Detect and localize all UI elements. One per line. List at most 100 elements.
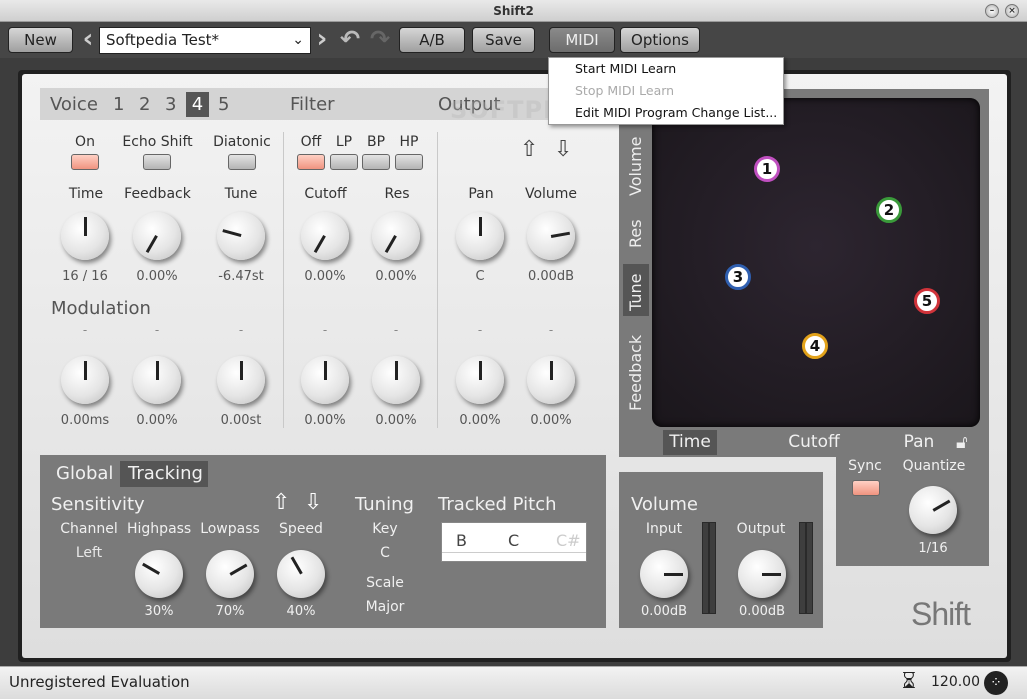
midi-menu: Start MIDI Learn Stop MIDI Learn Edit MI…	[548, 57, 784, 125]
download-icon[interactable]: ⇩	[304, 490, 322, 515]
cutoff-mod-knob[interactable]	[301, 356, 349, 404]
close-button[interactable]: ×	[1005, 4, 1019, 18]
next-preset-icon[interactable]: ›	[314, 26, 330, 53]
filter-lp-label: LP	[335, 134, 353, 150]
lowpass-label: Lowpass	[200, 521, 260, 537]
prev-preset-icon[interactable]: ‹	[80, 26, 96, 53]
midi-connector-icon[interactable]: ⁘	[984, 671, 1008, 695]
pan-knob[interactable]	[456, 212, 504, 260]
ytab-feedback[interactable]: Feedback	[626, 335, 645, 411]
download-icon[interactable]: ⇩	[554, 137, 572, 162]
mod-dash: -	[393, 323, 399, 337]
filter-bp-label: BP	[366, 134, 386, 150]
ytab-volume[interactable]: Volume	[626, 136, 645, 196]
echo-shift-switch[interactable]	[143, 154, 171, 170]
voice-tab-2[interactable]: 2	[139, 94, 150, 115]
input-label: Input	[645, 521, 683, 537]
voice-tab-1[interactable]: 1	[113, 94, 124, 115]
filter-lp-switch[interactable]	[330, 154, 358, 170]
cutoff-mod-value: 0.00%	[304, 413, 346, 428]
tracking-tab[interactable]: Tracking	[128, 463, 203, 484]
undo-icon[interactable]: ↶	[338, 27, 362, 53]
scale-value[interactable]: Major	[360, 599, 410, 615]
menu-edit-program-change[interactable]: Edit MIDI Program Change List...	[549, 102, 783, 124]
feedback-knob[interactable]	[133, 212, 181, 260]
redo-icon[interactable]: ↷	[368, 27, 392, 53]
output-knob[interactable]	[738, 550, 786, 598]
volume-knob[interactable]	[527, 212, 575, 260]
time-knob[interactable]	[61, 212, 109, 260]
volume-mod-knob[interactable]	[527, 356, 575, 404]
divider	[283, 132, 284, 428]
res-mod-knob[interactable]	[372, 356, 420, 404]
xy-node-2[interactable]: 2	[876, 197, 902, 223]
global-tab[interactable]: Global	[56, 463, 113, 484]
voice-tab-4[interactable]: 4	[186, 92, 209, 117]
xy-node-3[interactable]: 3	[725, 264, 751, 290]
speed-knob[interactable]	[277, 550, 325, 598]
chevron-down-icon: ⌄	[292, 32, 304, 48]
pitch-baseline	[442, 552, 586, 553]
on-switch[interactable]	[71, 154, 99, 170]
output-value: 0.00dB	[738, 604, 786, 619]
upload-icon[interactable]: ⇧	[520, 137, 538, 162]
filter-off-label: Off	[300, 134, 322, 150]
tune-label: Tune	[224, 186, 258, 202]
res-knob[interactable]	[372, 212, 420, 260]
xtab-cutoff[interactable]: Cutoff	[780, 432, 848, 452]
sensitivity-header: Sensitivity	[51, 494, 145, 515]
output-meter	[799, 522, 813, 614]
filter-hp-switch[interactable]	[395, 154, 423, 170]
lowpass-value: 70%	[215, 604, 245, 619]
speed-value: 40%	[286, 604, 316, 619]
lowpass-knob[interactable]	[206, 550, 254, 598]
metronome-icon[interactable]: ⏳︎	[902, 669, 916, 694]
res-label: Res	[384, 186, 410, 202]
midi-button[interactable]: MIDI	[549, 27, 615, 53]
time-mod-knob[interactable]	[61, 356, 109, 404]
filter-header: Filter	[290, 94, 335, 115]
menu-stop-midi-learn: Stop MIDI Learn	[575, 83, 675, 98]
preset-select[interactable]: Softpedia Test* ⌄	[99, 27, 311, 54]
channel-value[interactable]: Left	[56, 545, 122, 561]
options-button[interactable]: Options	[620, 27, 700, 53]
minimize-button[interactable]: –	[985, 4, 999, 18]
filter-off-switch[interactable]	[297, 154, 325, 170]
xy-node-1[interactable]: 1	[754, 156, 780, 182]
upload-icon[interactable]: ⇧	[272, 490, 290, 515]
cutoff-knob[interactable]	[301, 212, 349, 260]
pan-mod-knob[interactable]	[456, 356, 504, 404]
key-value[interactable]: C	[360, 545, 410, 561]
ytab-tune[interactable]: Tune	[626, 274, 645, 311]
input-knob[interactable]	[640, 550, 688, 598]
ytab-res[interactable]: Res	[626, 219, 645, 248]
save-button[interactable]: Save	[472, 27, 535, 53]
quantize-knob[interactable]	[909, 486, 957, 534]
modulation-header: Modulation	[51, 298, 151, 319]
sync-switch[interactable]	[852, 480, 880, 496]
tune-mod-knob[interactable]	[217, 356, 265, 404]
feedback-mod-value: 0.00%	[136, 413, 178, 428]
unlock-icon[interactable]: 🔓︎	[956, 432, 968, 453]
diatonic-switch[interactable]	[228, 154, 256, 170]
xy-node-5[interactable]: 5	[914, 288, 940, 314]
voice-tab-3[interactable]: 3	[165, 94, 176, 115]
feedback-mod-knob[interactable]	[133, 356, 181, 404]
xtab-pan[interactable]: Pan	[897, 432, 941, 452]
filter-bp-switch[interactable]	[362, 154, 390, 170]
ab-button[interactable]: A/B	[399, 27, 465, 53]
mod-dash: -	[548, 323, 554, 337]
cutoff-value: 0.00%	[304, 269, 346, 284]
feedback-value: 0.00%	[136, 269, 178, 284]
xy-pad[interactable]	[652, 98, 980, 427]
new-button[interactable]: New	[8, 27, 73, 53]
highpass-knob[interactable]	[135, 550, 183, 598]
xy-node-4[interactable]: 4	[802, 333, 828, 359]
voice-tab-5[interactable]: 5	[218, 94, 229, 115]
tune-knob[interactable]	[217, 212, 265, 260]
menu-start-midi-learn[interactable]: Start MIDI Learn	[549, 58, 783, 80]
voice-label: Voice	[50, 94, 98, 115]
mod-dash: -	[82, 323, 88, 337]
brand-logo: Shift	[911, 596, 971, 632]
xtab-time[interactable]: Time	[663, 432, 717, 452]
